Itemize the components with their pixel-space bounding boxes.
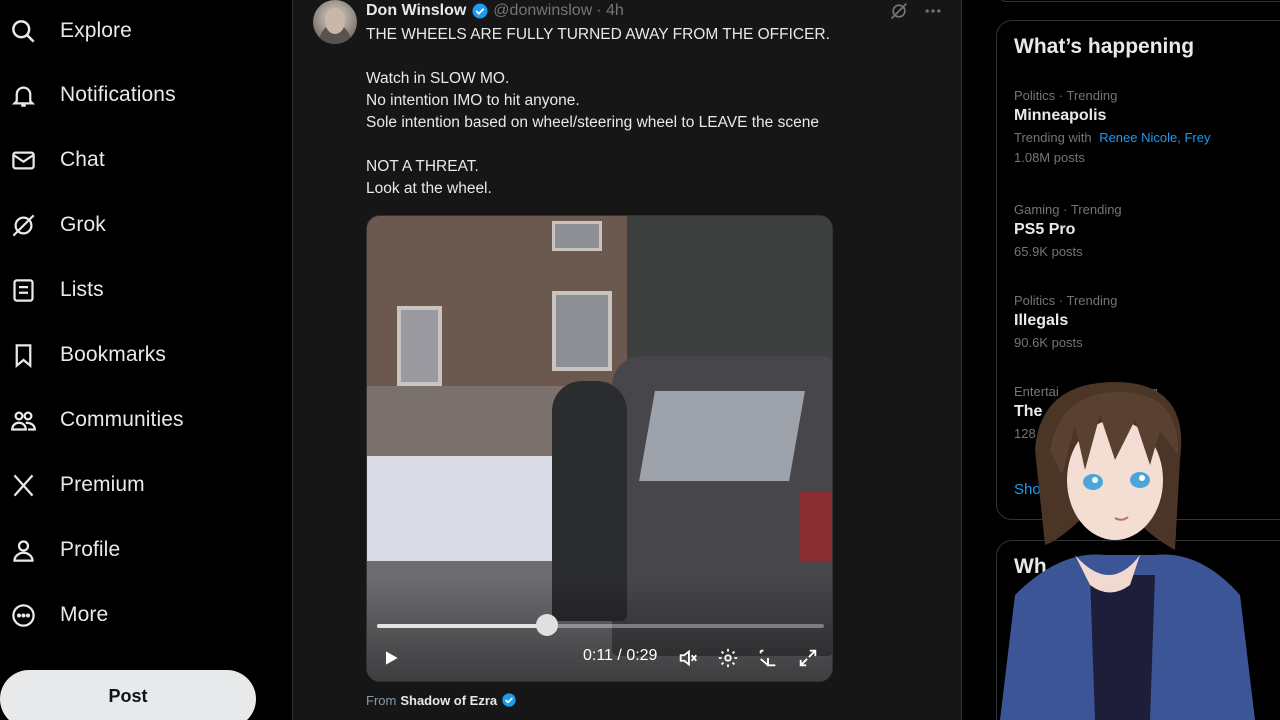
nav-label-notifications: Notifications bbox=[60, 83, 176, 106]
tweet-line-blank bbox=[366, 46, 926, 68]
x-logo-icon bbox=[0, 460, 46, 510]
trend-item[interactable]: Politics · Trending Illegals 90.6K posts bbox=[1014, 293, 1280, 350]
person-icon bbox=[0, 525, 46, 575]
list-icon bbox=[0, 265, 46, 315]
tweet-time[interactable]: · 4h bbox=[596, 2, 624, 20]
video-progress-bar[interactable] bbox=[377, 624, 824, 628]
video-frame-window bbox=[552, 221, 602, 251]
nav-item-premium[interactable]: Premium bbox=[0, 460, 145, 510]
trend-related: Trending with Renee Nicole, Frey bbox=[1014, 130, 1280, 145]
nav-item-lists[interactable]: Lists bbox=[0, 265, 104, 315]
video-duration: 0:29 bbox=[626, 647, 658, 664]
tweet-line: THE WHEELS ARE FULLY TURNED AWAY FROM TH… bbox=[366, 26, 830, 43]
trend-category: Politics · Trending bbox=[1014, 88, 1118, 103]
video-time-separator: / bbox=[617, 647, 622, 664]
tweet-line: Sole intention based on wheel/steering w… bbox=[366, 114, 819, 131]
play-icon[interactable] bbox=[381, 647, 401, 669]
verified-badge-icon bbox=[502, 693, 516, 707]
video-frame-taillight bbox=[799, 491, 832, 561]
trend-name: Minneapolis bbox=[1014, 107, 1107, 124]
search-icon bbox=[0, 6, 46, 56]
video-player[interactable]: 0:11 / 0:29 bbox=[366, 215, 833, 682]
trend-post-count: 90.6K posts bbox=[1014, 335, 1083, 350]
trend-name: Illegals bbox=[1014, 312, 1069, 329]
video-progress-fill bbox=[377, 624, 547, 628]
nav-item-notifications[interactable]: Notifications bbox=[0, 70, 176, 120]
trend-post-count: 1.08M posts bbox=[1014, 150, 1085, 165]
tweet-header-actions bbox=[889, 0, 943, 22]
video-attribution: From Shadow of Ezra bbox=[366, 692, 517, 708]
author-avatar[interactable] bbox=[313, 0, 357, 44]
bookmark-icon bbox=[0, 330, 46, 380]
author-handle[interactable]: @donwinslow bbox=[493, 2, 592, 20]
video-frame-car-window bbox=[639, 391, 805, 481]
video-frame-window bbox=[397, 306, 442, 386]
trend-item[interactable]: Politics · Trending Minneapolis Trending… bbox=[1014, 88, 1280, 165]
trend-category: Gaming · Trending bbox=[1014, 202, 1122, 217]
from-source[interactable]: Shadow of Ezra bbox=[400, 693, 497, 708]
tweet-line-blank bbox=[366, 134, 926, 156]
video-controls: 0:11 / 0:29 bbox=[367, 641, 832, 677]
nav-item-explore[interactable]: Explore bbox=[0, 6, 132, 56]
trend-item[interactable]: Gaming · Trending PS5 Pro 65.9K posts bbox=[1014, 202, 1280, 259]
nav-label-grok: Grok bbox=[60, 213, 106, 236]
trend-category: Politics · Trending bbox=[1014, 293, 1118, 308]
nav-item-more[interactable]: More bbox=[0, 590, 108, 640]
grok-icon[interactable] bbox=[889, 1, 909, 21]
fullscreen-icon[interactable] bbox=[797, 647, 819, 669]
vtuber-avatar-overlay bbox=[1000, 381, 1255, 720]
tweet-text: THE WHEELS ARE FULLY TURNED AWAY FROM TH… bbox=[366, 24, 926, 200]
from-label: From bbox=[366, 692, 397, 708]
settings-gear-icon[interactable] bbox=[717, 647, 739, 669]
nav-item-grok[interactable]: Grok bbox=[0, 200, 106, 250]
nav-item-profile[interactable]: Profile bbox=[0, 525, 120, 575]
video-current-time: 0:11 bbox=[583, 647, 613, 664]
nav-label-lists: Lists bbox=[60, 278, 104, 301]
more-options-icon[interactable] bbox=[923, 1, 943, 21]
picture-in-picture-icon[interactable] bbox=[757, 647, 779, 669]
tweet-column: Don Winslow @donwinslow · 4h THE WHEELS … bbox=[292, 0, 962, 720]
left-nav: Explore Notifications Chat Grok Lists Bo… bbox=[0, 0, 292, 720]
nav-item-bookmarks[interactable]: Bookmarks bbox=[0, 330, 166, 380]
video-time: 0:11 / 0:29 bbox=[583, 647, 657, 665]
nav-label-chat: Chat bbox=[60, 148, 105, 171]
more-circle-icon bbox=[0, 590, 46, 640]
author-name[interactable]: Don Winslow bbox=[366, 2, 466, 20]
nav-label-premium: Premium bbox=[60, 473, 145, 496]
trend-name: PS5 Pro bbox=[1014, 221, 1076, 238]
tweet-header: Don Winslow @donwinslow · 4h bbox=[366, 0, 624, 22]
verified-badge-icon bbox=[472, 3, 488, 19]
tweet-line: Watch in SLOW MO. bbox=[366, 70, 510, 87]
nav-item-chat[interactable]: Chat bbox=[0, 135, 105, 185]
mail-icon bbox=[0, 135, 46, 185]
video-scrubber-handle[interactable] bbox=[535, 614, 558, 636]
trends-title: What’s happening bbox=[1014, 35, 1195, 58]
tweet-line: No intention IMO to hit anyone. bbox=[366, 92, 580, 109]
search-box-edge bbox=[996, 0, 1280, 2]
bell-icon bbox=[0, 70, 46, 120]
tweet-line: Look at the wheel. bbox=[366, 180, 492, 197]
nav-label-more: More bbox=[60, 603, 109, 626]
video-frame-window bbox=[552, 291, 612, 371]
nav-label-explore: Explore bbox=[60, 19, 132, 42]
post-button[interactable]: Post bbox=[0, 670, 256, 720]
trend-related-links[interactable]: Renee Nicole, Frey bbox=[1099, 130, 1210, 145]
nav-label-profile: Profile bbox=[60, 538, 121, 561]
trend-post-count: 65.9K posts bbox=[1014, 244, 1083, 259]
people-icon bbox=[0, 395, 46, 445]
trend-related-prefix: Trending with bbox=[1014, 130, 1092, 145]
nav-label-communities: Communities bbox=[60, 408, 184, 431]
volume-icon[interactable] bbox=[677, 647, 699, 669]
nav-label-bookmarks: Bookmarks bbox=[60, 343, 166, 366]
tweet-line: NOT A THREAT. bbox=[366, 158, 479, 175]
grok-icon bbox=[0, 200, 46, 250]
nav-item-communities[interactable]: Communities bbox=[0, 395, 184, 445]
